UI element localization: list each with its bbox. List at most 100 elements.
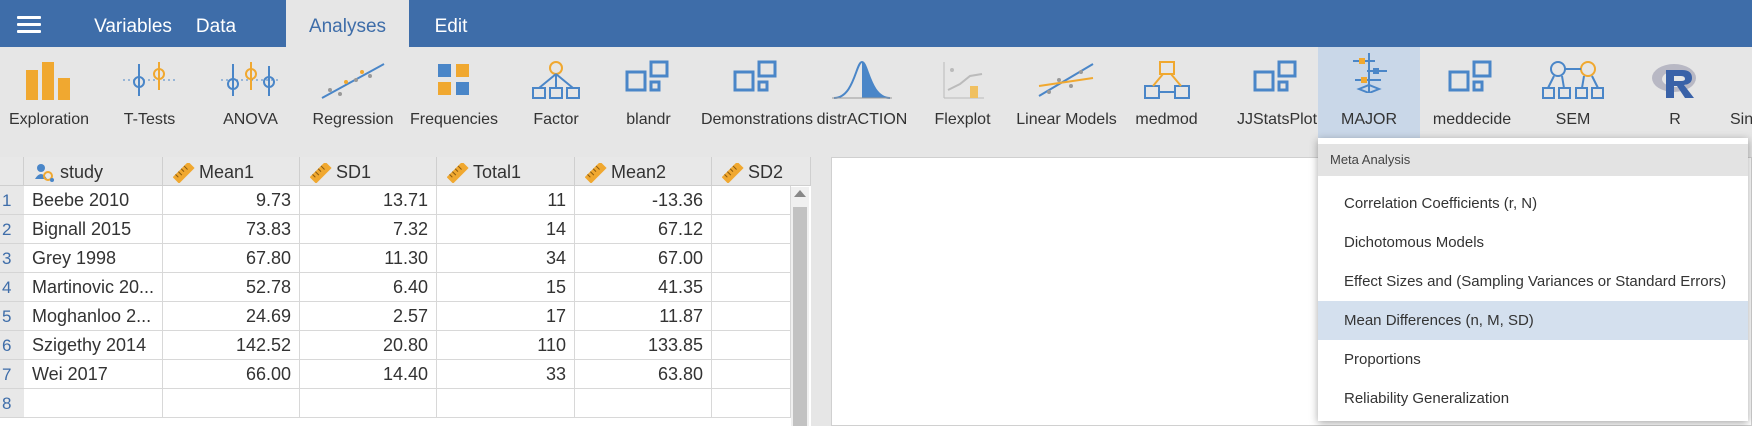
ribbon-major[interactable]: MAJOR — [1318, 47, 1420, 145]
table-cell[interactable]: 9.73 — [163, 186, 300, 215]
column-header-mean2[interactable]: Mean2 — [575, 157, 712, 186]
table-cell[interactable]: 52.78 — [163, 273, 300, 302]
ribbon-label: medmod — [1135, 111, 1198, 128]
table-cell[interactable]: 15 — [437, 273, 575, 302]
column-header-sd1[interactable]: SD1 — [300, 157, 437, 186]
ribbon-anova[interactable]: ANOVA — [206, 47, 295, 145]
table-cell[interactable] — [712, 273, 791, 302]
row-number[interactable]: 8 — [0, 389, 24, 418]
table-cell[interactable]: 67.12 — [575, 215, 712, 244]
row-number[interactable]: 6 — [0, 331, 24, 360]
table-cell[interactable]: 34 — [437, 244, 575, 273]
row-number[interactable]: 3 — [0, 244, 24, 273]
table-cell[interactable]: Szigethy 2014 — [24, 331, 163, 360]
table-cell[interactable] — [712, 360, 791, 389]
tab-data[interactable]: Data — [174, 0, 258, 47]
row-number[interactable]: 2 — [0, 215, 24, 244]
ribbon-factor[interactable]: Factor — [515, 47, 597, 145]
table-cell[interactable]: 110 — [437, 331, 575, 360]
table-cell[interactable] — [163, 389, 300, 418]
table-cell[interactable] — [712, 244, 791, 273]
table-cell[interactable]: 6.40 — [300, 273, 437, 302]
menu-item-proportions[interactable]: Proportions — [1318, 340, 1748, 379]
table-cell[interactable]: 2.57 — [300, 302, 437, 331]
table-cell[interactable]: Beebe 2010 — [24, 186, 163, 215]
column-header-sd2[interactable]: SD2 — [712, 157, 811, 186]
table-cell[interactable]: 11.30 — [300, 244, 437, 273]
table-cell[interactable]: 14 — [437, 215, 575, 244]
forest-plot-icon — [1353, 53, 1387, 93]
spreadsheet: study Mean1 SD1 Total1 Mean2 SD2 1 Beebe … — [0, 157, 811, 426]
table-cell[interactable] — [712, 186, 791, 215]
ribbon-meddecide[interactable]: meddecide — [1426, 47, 1518, 145]
ribbon-regression[interactable]: Regression — [309, 47, 397, 145]
table-cell[interactable]: -13.36 — [575, 186, 712, 215]
ribbon-frequencies[interactable]: Frequencies — [410, 47, 498, 145]
ribbon-t-tests[interactable]: T-Tests — [103, 47, 196, 145]
ribbon-sem[interactable]: SEM — [1530, 47, 1616, 145]
ribbon-flexplot[interactable]: Flexplot — [924, 47, 1001, 145]
ribbon-sin[interactable]: Sin — [1722, 47, 1752, 145]
vertical-scrollbar[interactable] — [791, 187, 809, 426]
table-cell[interactable]: 17 — [437, 302, 575, 331]
row-number[interactable]: 1 — [0, 186, 24, 215]
table-cell[interactable]: 11 — [437, 186, 575, 215]
table-cell[interactable]: 11.87 — [575, 302, 712, 331]
table-cell[interactable] — [575, 389, 712, 418]
ribbon-r[interactable]: R — [1630, 47, 1720, 145]
table-cell[interactable]: 73.83 — [163, 215, 300, 244]
menu-item-dichotomous-models[interactable]: Dichotomous Models — [1318, 223, 1748, 262]
table-cell[interactable] — [712, 215, 791, 244]
scrollbar-thumb[interactable] — [793, 207, 807, 426]
menu-item-reliability-generalization[interactable]: Reliability Generalization — [1318, 379, 1748, 418]
table-cell[interactable] — [300, 389, 437, 418]
r-logo-icon — [1652, 64, 1696, 98]
row-number[interactable]: 7 — [0, 360, 24, 389]
table-cell[interactable] — [437, 389, 575, 418]
table-cell[interactable]: 20.80 — [300, 331, 437, 360]
table-cell[interactable]: 33 — [437, 360, 575, 389]
major-dropdown-menu: Meta Analysis Correlation Coefficients (… — [1318, 138, 1748, 421]
row-number[interactable]: 4 — [0, 273, 24, 302]
table-cell[interactable] — [712, 389, 791, 418]
ribbon-jjstatsplot[interactable]: JJStatsPlot — [1222, 47, 1332, 145]
column-header-mean1[interactable]: Mean1 — [163, 157, 300, 186]
table-cell[interactable]: 24.69 — [163, 302, 300, 331]
table-cell[interactable] — [712, 331, 791, 360]
table-cell[interactable]: 67.80 — [163, 244, 300, 273]
table-cell[interactable]: 63.80 — [575, 360, 712, 389]
table-cell[interactable]: Bignall 2015 — [24, 215, 163, 244]
table-cell[interactable]: Martinovic 20... — [24, 273, 163, 302]
table-cell[interactable]: 67.00 — [575, 244, 712, 273]
table-cell[interactable] — [712, 302, 791, 331]
table-cell[interactable]: 13.71 — [300, 186, 437, 215]
menu-item-mean-differences[interactable]: Mean Differences (n, M, SD) — [1318, 301, 1748, 340]
table-cell[interactable]: 66.00 — [163, 360, 300, 389]
scroll-up-icon[interactable] — [794, 190, 806, 197]
table-cell[interactable]: 7.32 — [300, 215, 437, 244]
table-cell[interactable]: Moghanloo 2... — [24, 302, 163, 331]
ribbon-linear-models[interactable]: Linear Models — [1010, 47, 1123, 145]
menu-item-effect-sizes[interactable]: Effect Sizes and (Sampling Variances or … — [1318, 262, 1748, 301]
table-cell[interactable]: 14.40 — [300, 360, 437, 389]
table-cell[interactable]: Wei 2017 — [24, 360, 163, 389]
table-cell[interactable]: 41.35 — [575, 273, 712, 302]
table-cell[interactable]: 142.52 — [163, 331, 300, 360]
ribbon-distraction[interactable]: distrACTION — [814, 47, 910, 145]
tab-edit[interactable]: Edit — [416, 0, 486, 47]
hamburger-menu-icon[interactable] — [17, 16, 41, 34]
ribbon-demonstrations[interactable]: Demonstrations — [700, 47, 814, 145]
t-test-icon — [122, 62, 177, 96]
tab-analyses[interactable]: Analyses — [286, 0, 409, 47]
column-header-total1[interactable]: Total1 — [437, 157, 575, 186]
menu-item-correlation-coefficients[interactable]: Correlation Coefficients (r, N) — [1318, 184, 1748, 223]
analyses-ribbon: Exploration T-Tests ANOVA Regression Fre… — [0, 47, 1752, 145]
column-header-study[interactable]: study — [24, 157, 163, 186]
row-number[interactable]: 5 — [0, 302, 24, 331]
ribbon-exploration[interactable]: Exploration — [0, 47, 98, 145]
table-cell[interactable]: 133.85 — [575, 331, 712, 360]
table-cell[interactable] — [24, 389, 163, 418]
ribbon-blandr[interactable]: blandr — [612, 47, 685, 145]
ribbon-medmod[interactable]: medmod — [1130, 47, 1203, 145]
table-cell[interactable]: Grey 1998 — [24, 244, 163, 273]
